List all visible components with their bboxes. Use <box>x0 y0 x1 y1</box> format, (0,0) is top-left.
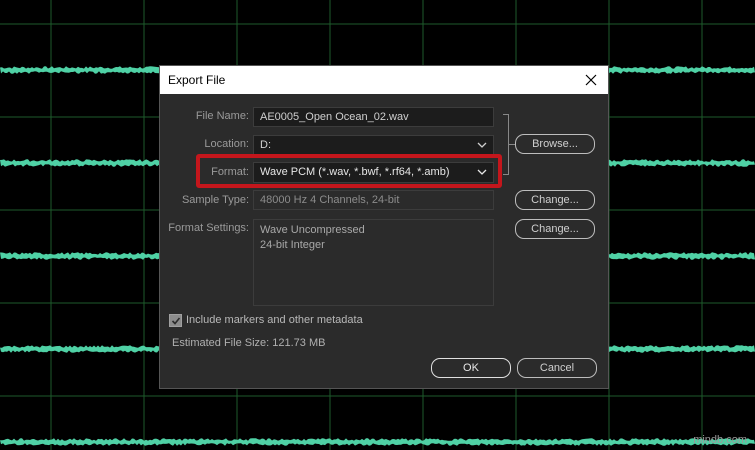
file-name-label: File Name: <box>195 110 249 122</box>
format-settings-line2: 24-bit Integer <box>260 239 325 251</box>
sample-type-label: Sample Type: <box>181 194 249 206</box>
format-settings-line1: Wave Uncompressed <box>260 224 365 236</box>
format-settings-box: Wave Uncompressed 24-bit Integer <box>253 219 494 306</box>
dialog-title: Export File <box>168 73 226 87</box>
location-label: Location: <box>204 138 249 150</box>
close-icon[interactable] <box>574 66 608 94</box>
sample-type-change-button[interactable]: Change... <box>515 190 595 210</box>
browse-button[interactable]: Browse... <box>515 134 595 154</box>
check-icon <box>171 317 181 325</box>
location-dropdown[interactable]: D: <box>253 135 494 155</box>
format-dropdown[interactable]: Wave PCM (*.wav, *.bwf, *.rf64, *.amb) <box>253 162 494 183</box>
estimated-file-size: Estimated File Size: 121.73 MB <box>172 337 326 349</box>
format-label: Format: <box>211 166 249 178</box>
file-name-input[interactable]: AE0005_Open Ocean_02.wav <box>253 107 494 127</box>
cancel-button[interactable]: Cancel <box>517 358 597 378</box>
dialog-titlebar: Export File <box>160 66 608 94</box>
export-file-dialog: Export File File Name: AE0005_Open Ocean… <box>159 65 609 389</box>
format-value: Wave PCM (*.wav, *.bwf, *.rf64, *.amb) <box>260 166 450 178</box>
watermark: mindb.com <box>693 434 747 446</box>
format-settings-label: Format Settings: <box>168 222 249 234</box>
location-value: D: <box>260 139 271 151</box>
include-metadata-checkbox[interactable] <box>169 314 182 327</box>
format-settings-change-button[interactable]: Change... <box>515 219 595 239</box>
chevron-down-icon <box>477 169 487 175</box>
include-metadata-label[interactable]: Include markers and other metadata <box>186 314 363 326</box>
chevron-down-icon <box>477 142 487 148</box>
sample-type-field: 48000 Hz 4 Channels, 24-bit <box>253 190 494 210</box>
ok-button[interactable]: OK <box>431 358 511 378</box>
